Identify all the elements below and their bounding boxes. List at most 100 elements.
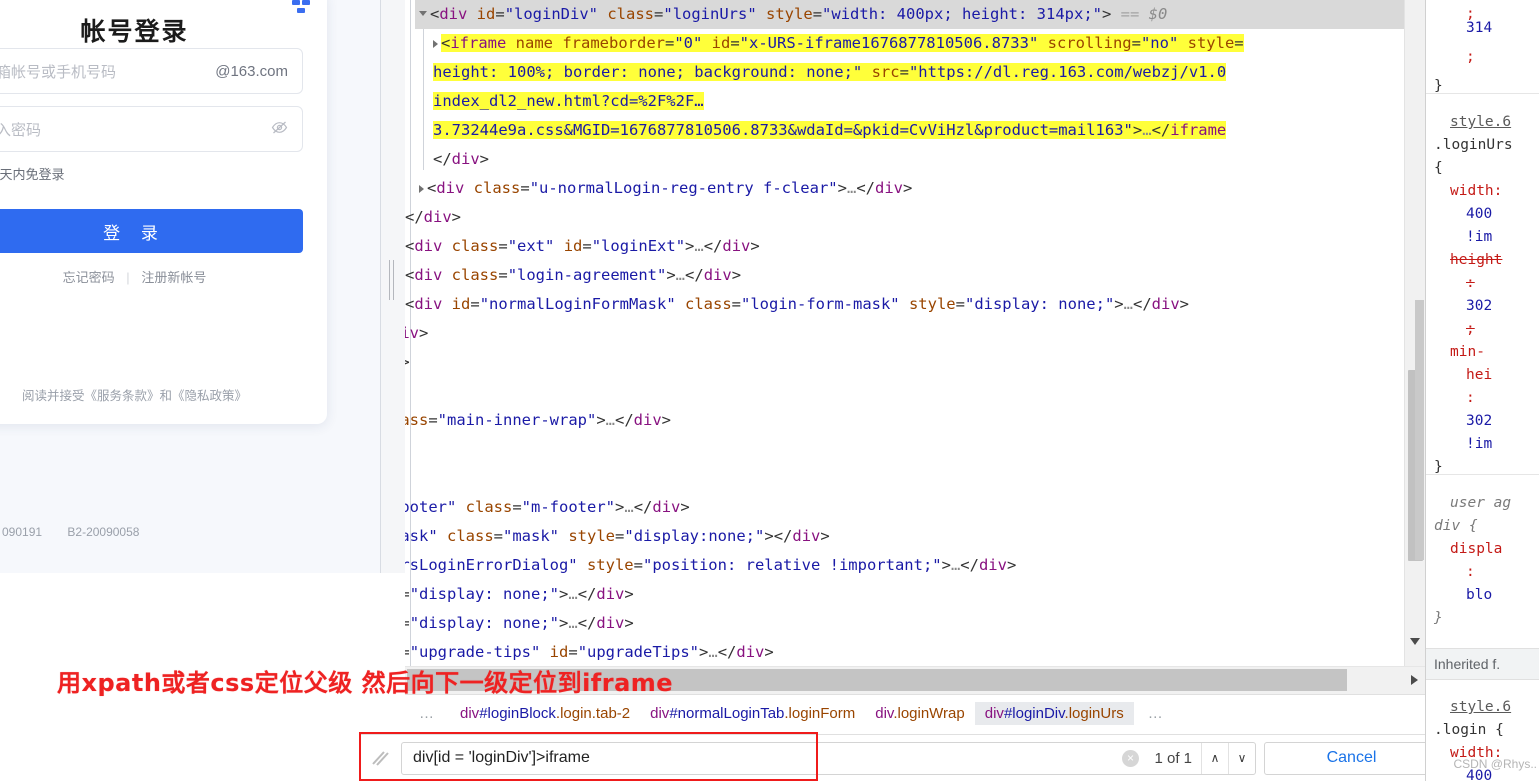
style-token: .loginUrs xyxy=(1434,137,1513,153)
scroll-right-arrow-icon[interactable] xyxy=(1411,675,1418,685)
panel-splitter[interactable] xyxy=(381,0,405,573)
dom-node-text: 3.73244e9a.css&MGID=1676877810506.8733&w… xyxy=(433,121,1227,139)
breadcrumb-item[interactable]: div#loginBlock.login.tab-2 xyxy=(450,702,640,725)
style-declaration-line[interactable]: { xyxy=(1434,154,1443,183)
style-declaration-line[interactable]: displa xyxy=(1450,535,1502,564)
search-input[interactable] xyxy=(402,748,1118,768)
register-link[interactable]: 注册新帐号 xyxy=(141,270,206,285)
dom-node-line[interactable]: lass="main-inner-wrap">…</div> xyxy=(405,406,671,435)
style-token: } xyxy=(1434,459,1443,475)
style-token: displa xyxy=(1450,541,1503,557)
account-field[interactable]: 邮箱帐号或手机号码 @163.com xyxy=(0,48,303,94)
dom-node-line[interactable]: ursLoginErrorDialog" style="position: re… xyxy=(405,551,1016,580)
style-token: 400 xyxy=(1466,206,1493,222)
style-token: height xyxy=(1450,252,1503,268)
style-declaration-line[interactable]: !im xyxy=(1466,430,1492,459)
style-token: user ag xyxy=(1450,495,1512,511)
dom-node-text: <iframe name frameborder="0" id="x-URS-i… xyxy=(441,34,1244,52)
remember-me-row[interactable]: 30天内免登录 xyxy=(0,164,303,183)
dom-node-line[interactable]: <div class="login-agreement">…</div> xyxy=(405,261,741,290)
dom-node-line[interactable]: e="display: none;">…</div> xyxy=(405,580,634,609)
netease-logo-icon xyxy=(285,0,319,18)
icp-number-1: 090191 xyxy=(2,525,43,539)
dom-tree-panel[interactable]: <div id="loginDiv" class="loginUrs" styl… xyxy=(405,0,1425,666)
style-token: } xyxy=(1434,78,1443,94)
dom-node-line[interactable]: s="upgrade-tips" id="upgradeTips">…</div… xyxy=(405,638,774,666)
breadcrumb-class: .loginUrs xyxy=(1064,705,1124,722)
dom-node-line[interactable]: <div id="normalLoginFormMask" class="log… xyxy=(405,290,1189,319)
style-declaration-line[interactable]: } xyxy=(1434,604,1443,633)
dom-node-line[interactable]: <div class="ext" id="loginExt">…</div> xyxy=(405,232,760,261)
breadcrumb-item[interactable]: div#normalLoginTab.loginForm xyxy=(640,702,865,725)
style-declaration-line[interactable]: .loginUrs xyxy=(1434,131,1513,160)
clear-search-icon[interactable]: × xyxy=(1117,745,1143,771)
style-token: .login { xyxy=(1434,722,1504,738)
search-prev-button[interactable]: ∧ xyxy=(1201,742,1228,774)
expand-arrow-closed-icon[interactable] xyxy=(433,39,438,48)
breadcrumb-overflow-right[interactable]: … xyxy=(1134,702,1179,725)
eye-slash-icon[interactable] xyxy=(271,119,302,139)
breadcrumb[interactable]: … div#loginBlock.login.tab-2 div#normalLo… xyxy=(405,694,1425,732)
dom-node-text: lass="main-inner-wrap">…</div> xyxy=(405,411,672,429)
search-next-button[interactable]: ∨ xyxy=(1228,742,1255,774)
breadcrumb-item[interactable]: div.loginWrap xyxy=(865,702,975,725)
dom-node-line[interactable]: height: 100%; border: none; background: … xyxy=(433,58,1227,87)
style-declaration-line[interactable]: height xyxy=(1450,246,1502,275)
dom-node-line[interactable]: div> xyxy=(405,319,428,348)
style-declaration-line[interactable]: 314 xyxy=(1466,14,1492,43)
dom-node-line[interactable]: e="display: none;">…</div> xyxy=(405,609,634,638)
dom-node-line[interactable]: </div> xyxy=(433,145,489,174)
annotation-highlight-box-top xyxy=(359,732,818,734)
style-token: !im xyxy=(1466,436,1493,452)
style-token: 302 xyxy=(1466,298,1493,314)
account-placeholder: 邮箱帐号或手机号码 xyxy=(0,63,117,81)
inherited-from-header: Inherited f. xyxy=(1426,648,1539,680)
filter-icon[interactable] xyxy=(359,735,401,781)
dom-node-line[interactable]: <iframe name frameborder="0" id="x-URS-i… xyxy=(433,29,1244,58)
password-placeholder: 输入密码 xyxy=(0,121,42,139)
indent-guide xyxy=(423,24,424,170)
style-token: style.6 xyxy=(1450,114,1512,130)
expand-arrow-open-icon[interactable] xyxy=(419,11,427,16)
dom-node-line[interactable]: mask" class="mask" style="display:none;"… xyxy=(405,522,830,551)
dom-node-text: ursLoginErrorDialog" style="position: re… xyxy=(405,556,1017,574)
dom-node-line[interactable]: </div> xyxy=(405,203,461,232)
login-button[interactable]: 登 录 xyxy=(0,209,303,253)
dom-search-bar[interactable]: × 1 of 1 ∧ ∨ Cancel xyxy=(359,734,1439,781)
style-declaration-line[interactable]: blo xyxy=(1466,581,1492,610)
style-declaration-line[interactable]: ; xyxy=(1466,43,1475,72)
forgot-password-link[interactable]: 忘记密码 xyxy=(63,270,115,285)
style-declaration-line[interactable]: } xyxy=(1434,453,1443,482)
dom-node-line[interactable]: 3.73244e9a.css&MGID=1676877810506.8733&w… xyxy=(433,116,1227,145)
style-token: 302 xyxy=(1466,413,1493,429)
login-helper-links: 忘记密码 | 注册新帐号 xyxy=(0,267,327,286)
breadcrumb-id: #loginDiv xyxy=(1003,705,1065,722)
styles-panel[interactable]: ; 314;} style.6 .loginUrs {width: 400 !im heigh… xyxy=(1425,0,1539,781)
style-declaration-line[interactable]: } xyxy=(1434,72,1443,101)
style-token: { xyxy=(1434,160,1443,176)
password-field[interactable]: 输入密码 xyxy=(0,106,303,152)
breadcrumb-overflow-left[interactable]: … xyxy=(405,702,450,725)
inspected-page-pane: 帐号登录 邮箱帐号或手机号码 @163.com 输入密码 30天内免登录 xyxy=(0,0,381,573)
cancel-button[interactable]: Cancel xyxy=(1264,741,1439,775)
search-field[interactable]: × 1 of 1 ∧ ∨ xyxy=(401,741,1256,775)
styles-left-scroll-strip[interactable] xyxy=(1415,300,1424,560)
clear-search-glyph: × xyxy=(1121,749,1139,767)
dom-node-line[interactable]: <div id="loginDiv" class="loginUrs" styl… xyxy=(415,0,1405,29)
dom-node-text: <div class="login-agreement">…</div> xyxy=(405,266,742,284)
dom-node-line[interactable]: v> xyxy=(405,348,410,377)
breadcrumb-class: .login.tab-2 xyxy=(555,705,631,722)
breadcrumb-tag: div xyxy=(460,705,480,722)
scroll-down-arrow-icon[interactable] xyxy=(1410,638,1420,645)
agreement-text[interactable]: 阅读并接受《服务条款》和《隐私政策》 xyxy=(0,385,327,404)
dom-node-line[interactable]: <div class="u-normalLogin-reg-entry f-cl… xyxy=(419,174,912,203)
style-token: blo xyxy=(1466,587,1493,603)
dom-node-line[interactable]: index_dl2_new.html?cd=%2F%2F… xyxy=(433,87,704,116)
dom-node-line[interactable]: footer" class="m-footer">…</div> xyxy=(405,493,690,522)
splitter-grip-icon xyxy=(389,260,396,300)
breadcrumb-item[interactable]: div#loginDiv.loginUrs xyxy=(974,702,1134,725)
style-token: style.6 xyxy=(1450,699,1512,715)
style-token: min- xyxy=(1450,344,1485,360)
breadcrumb-tag: div xyxy=(984,705,1004,722)
expand-arrow-closed-icon[interactable] xyxy=(419,184,424,193)
